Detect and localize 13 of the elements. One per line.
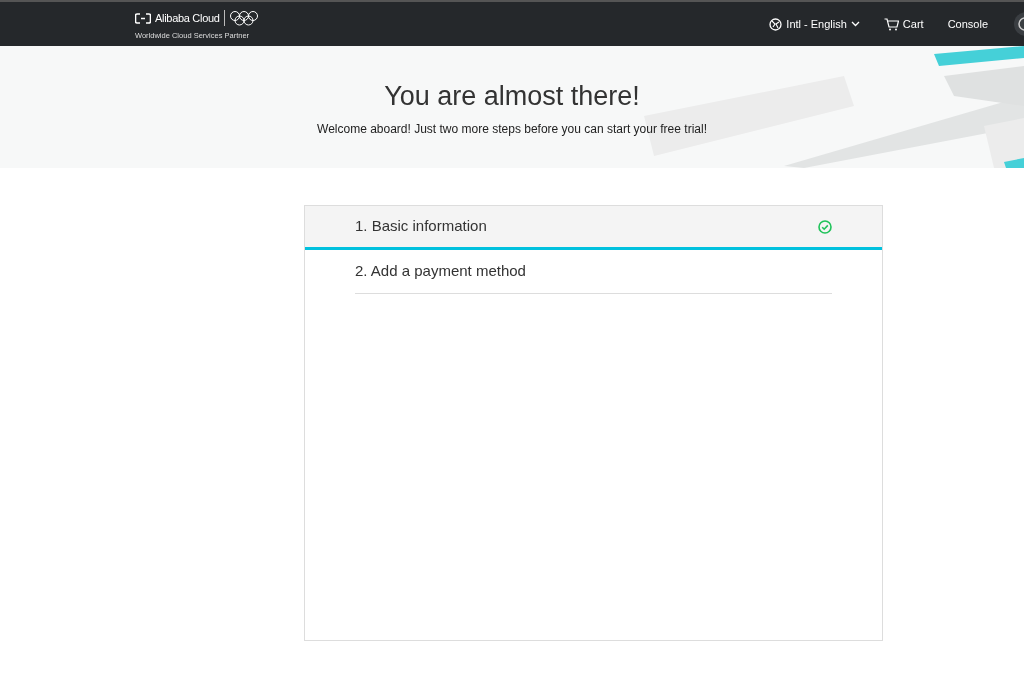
chat-icon[interactable]	[1012, 12, 1024, 36]
cloud-logo-icon	[135, 12, 151, 24]
logo-text: Alibaba Cloud	[155, 11, 220, 26]
console-link[interactable]: Console	[947, 15, 988, 33]
step-tab[interactable]: 2. Add a payment method	[305, 250, 882, 294]
rings-icon	[228, 10, 259, 27]
page-subtitle: Welcome aboard! Just two more steps before you can start your free trial!	[316, 121, 708, 139]
cart-icon	[883, 17, 899, 31]
page-title: You are almost there!	[384, 80, 640, 113]
language-selector[interactable]: Intl - English	[769, 15, 860, 33]
cart-link[interactable]: Cart	[883, 15, 924, 33]
caret-icon	[850, 21, 860, 27]
step-tab[interactable]: 1. Basic information	[305, 206, 882, 250]
